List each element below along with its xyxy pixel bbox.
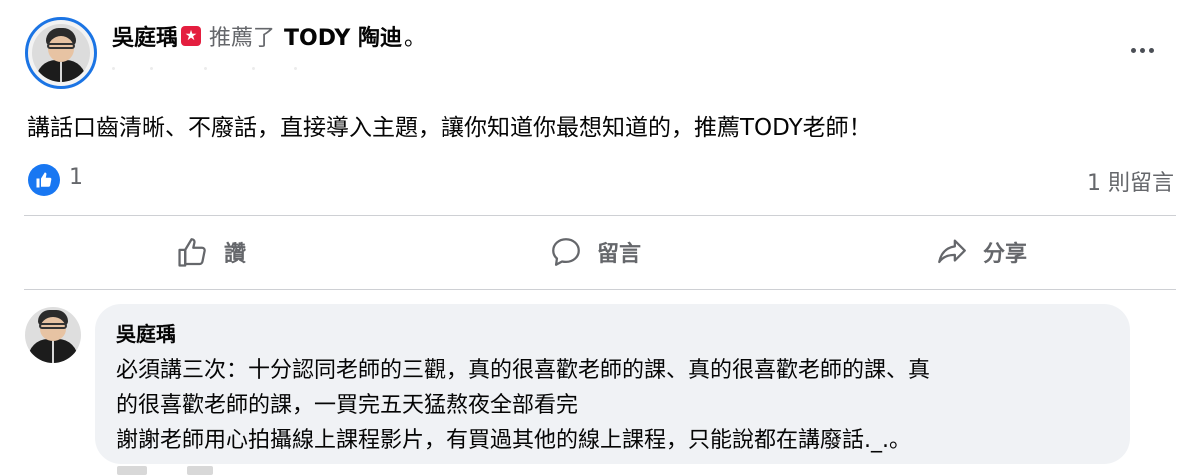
share-arrow-icon xyxy=(938,239,966,264)
author-name[interactable]: 吳庭瑀 xyxy=(112,20,178,52)
comment-text-line: 必須講三次：十分認同老師的三觀，真的很喜歡老師的課、真的很喜歡老師的課、真 xyxy=(116,358,931,383)
post-card: 吳庭瑀 ★ 推薦了 TODY 陶迪 。 講話口齒清晰、不廢話，直接導入主題，讓你… xyxy=(0,0,1200,475)
share-button-label: 分享 xyxy=(983,242,1028,267)
thumbs-up-icon xyxy=(178,238,206,267)
comment-count-link[interactable]: 1 則留言 xyxy=(1087,165,1174,197)
like-count[interactable]: 1 xyxy=(69,165,83,190)
comment-action-partial[interactable] xyxy=(187,466,213,475)
comment-text-line: 謝謝老師用心拍攝線上課程影片，有買過其他的線上課程，只能說都在講廢話._.。 xyxy=(116,428,911,453)
header-period: 。 xyxy=(404,26,427,51)
divider xyxy=(24,215,1176,216)
recommend-text: 推薦了 xyxy=(209,26,276,51)
like-reaction-icon[interactable] xyxy=(28,164,60,196)
more-horizontal-icon[interactable] xyxy=(1125,37,1159,63)
like-button-label: 讚 xyxy=(224,242,247,267)
speech-bubble-icon xyxy=(552,238,580,266)
share-button[interactable]: 分享 xyxy=(935,230,1027,274)
author-avatar[interactable] xyxy=(25,17,97,89)
comment-button-label: 留言 xyxy=(597,242,642,267)
comment-button[interactable]: 留言 xyxy=(549,230,641,274)
comment-action-partial[interactable] xyxy=(117,466,147,475)
post-body-text: 講話口齒清晰、不廢話，直接導入主題，讓你知道你最想知道的，推薦TODY老師！ xyxy=(27,115,872,141)
post-meta xyxy=(112,60,312,78)
divider xyxy=(24,289,1176,290)
post-header: 吳庭瑀 ★ 推薦了 TODY 陶迪 。 xyxy=(112,20,426,52)
recommendation-star-icon: ★ xyxy=(181,26,202,46)
comment-text-line: 的很喜歡老師的課，一買完五天猛熬夜全部看完 xyxy=(116,393,579,418)
commenter-avatar[interactable] xyxy=(25,307,81,363)
avatar-photo xyxy=(32,24,90,82)
comment-bubble: 吳庭瑀 必須講三次：十分認同老師的三觀，真的很喜歡老師的課、真的很喜歡老師的課、… xyxy=(95,304,1130,464)
page-name-link[interactable]: TODY 陶迪 xyxy=(284,20,402,52)
like-button[interactable]: 讚 xyxy=(176,230,246,274)
commenter-name[interactable]: 吳庭瑀 xyxy=(116,318,176,347)
